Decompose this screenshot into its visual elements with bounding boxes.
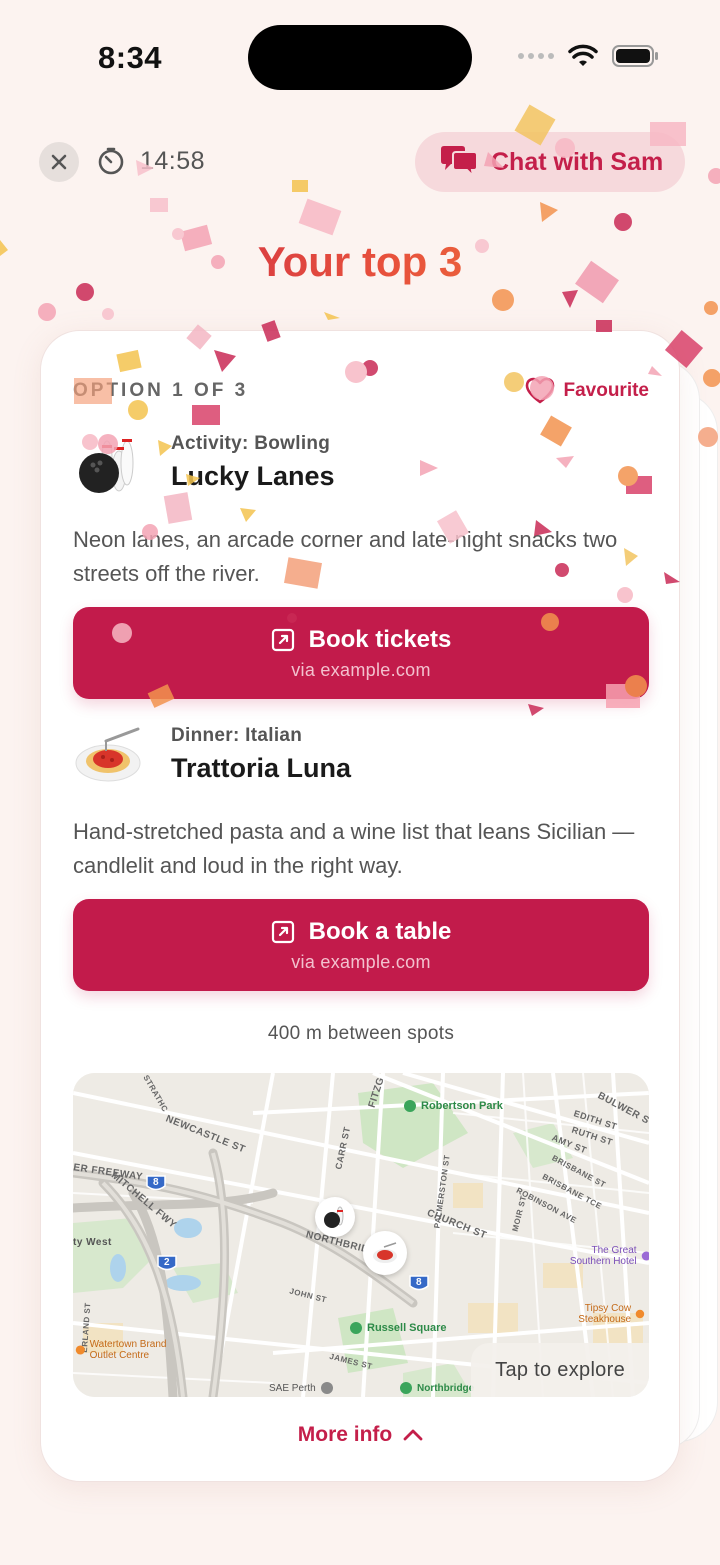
bowling-icon [73, 427, 143, 497]
external-link-icon [271, 628, 294, 651]
card-header: OPTION 1 OF 3 Favourite [73, 377, 649, 405]
spaghetti-icon [373, 1242, 397, 1263]
chat-bubbles-icon [441, 146, 478, 179]
book-button-sublabel: via example.com [291, 659, 431, 680]
chat-button-label: Chat with Sam [491, 147, 664, 176]
book-button-label: Book tickets [308, 625, 452, 653]
map-poi: Watertown Brand Outlet Centre [75, 1339, 195, 1361]
map-poi: Russell Square [349, 1321, 446, 1335]
park-pin-icon [400, 1382, 412, 1394]
venue-activity: Activity: Bowling Lucky Lanes Neon lanes… [73, 427, 649, 699]
venue-name: Lucky Lanes [171, 460, 335, 491]
map-area-label: ty West [73, 1237, 112, 1248]
timer-text: 14:58 [140, 146, 206, 175]
highway-shield-number: 2 [164, 1257, 171, 1268]
map-poi: The Great Southern Hotel [551, 1245, 649, 1267]
wifi-icon [568, 44, 598, 66]
bowling-icon [324, 1206, 344, 1228]
map-poi-label: Tipsy Cow Steakhouse [578, 1303, 632, 1325]
external-link-icon [271, 920, 294, 943]
bowling-map-pin[interactable] [315, 1197, 355, 1237]
highway-shield-number: 8 [416, 1277, 423, 1288]
chevron-up-icon [403, 1429, 423, 1441]
book-tickets-button[interactable]: Book tickets via example.com [73, 607, 649, 699]
book-button-label: Book a table [308, 917, 452, 945]
highway-shield-number: 8 [153, 1177, 160, 1188]
venue-name: Trattoria Luna [171, 752, 352, 783]
more-info-label: More info [297, 1423, 393, 1446]
shopping-pin-icon [75, 1345, 85, 1355]
favourite-label: Favourite [563, 380, 649, 401]
status-bar: 8:34 [0, 0, 720, 110]
status-icons [518, 44, 660, 68]
map-poi-label: SAE Perth [269, 1382, 316, 1394]
option-counter: OPTION 1 OF 3 [73, 380, 249, 401]
timer-icon [98, 147, 124, 175]
map-poi-label: Watertown Brand Outlet Centre [89, 1339, 167, 1361]
distance-text: 400 m between spots [267, 1023, 455, 1044]
chat-button[interactable]: Chat with Sam [415, 132, 685, 192]
venue-category: Dinner: Italian [171, 724, 303, 746]
option-card: OPTION 1 OF 3 Favourite Activity: Bowlin… [40, 330, 680, 1482]
book-button-sublabel: via example.com [291, 951, 431, 972]
map-poi-label: Russell Square [367, 1322, 447, 1334]
favourite-button[interactable]: Favourite [525, 377, 649, 405]
venue-category: Activity: Bowling [171, 432, 331, 454]
map-poi: Northbridge [399, 1381, 474, 1395]
map-poi-label: Robertson Park [421, 1100, 503, 1112]
tap-to-explore-label[interactable]: Tap to explore [471, 1343, 649, 1397]
heart-icon [526, 377, 555, 404]
park-pin-icon [350, 1322, 362, 1334]
signal-icon [518, 53, 554, 59]
hotel-pin-icon [641, 1251, 649, 1261]
venue-description: Neon lanes, an arcade corner and late-ni… [73, 527, 618, 586]
map-poi-label: The Great Southern Hotel [569, 1245, 637, 1267]
park-pin-icon [404, 1100, 416, 1112]
map-poi-label: Northbridge [417, 1382, 475, 1394]
restaurant-map-pin[interactable] [363, 1231, 407, 1275]
close-icon [51, 154, 67, 170]
page-title: Your top 3 [0, 238, 720, 286]
venue-dinner: Dinner: Italian Trattoria Luna Hand-stre… [73, 719, 649, 991]
map-poi: SAE Perth [269, 1381, 334, 1395]
close-button[interactable] [39, 142, 79, 182]
map-poi: Tipsy Cow Steakhouse [559, 1303, 645, 1325]
status-time: 8:34 [98, 40, 163, 75]
top-bar: 14:58 Chat with Sam [0, 132, 720, 194]
battery-icon [612, 45, 658, 67]
spaghetti-icon [73, 719, 143, 789]
venue-description: Hand-stretched pasta and a wine list tha… [73, 819, 635, 878]
map-poi: Robertson Park [403, 1099, 503, 1113]
book-table-button[interactable]: Book a table via example.com [73, 899, 649, 991]
dynamic-island [248, 25, 472, 90]
school-pin-icon [320, 1382, 333, 1394]
more-info-button[interactable]: More info [41, 1423, 679, 1447]
restaurant-pin-icon [635, 1309, 645, 1319]
session-timer: 14:58 [96, 146, 205, 176]
map-preview[interactable]: NEWCASTLE ST STRATHC CHURCH ST FITZG CAR… [73, 1073, 649, 1397]
